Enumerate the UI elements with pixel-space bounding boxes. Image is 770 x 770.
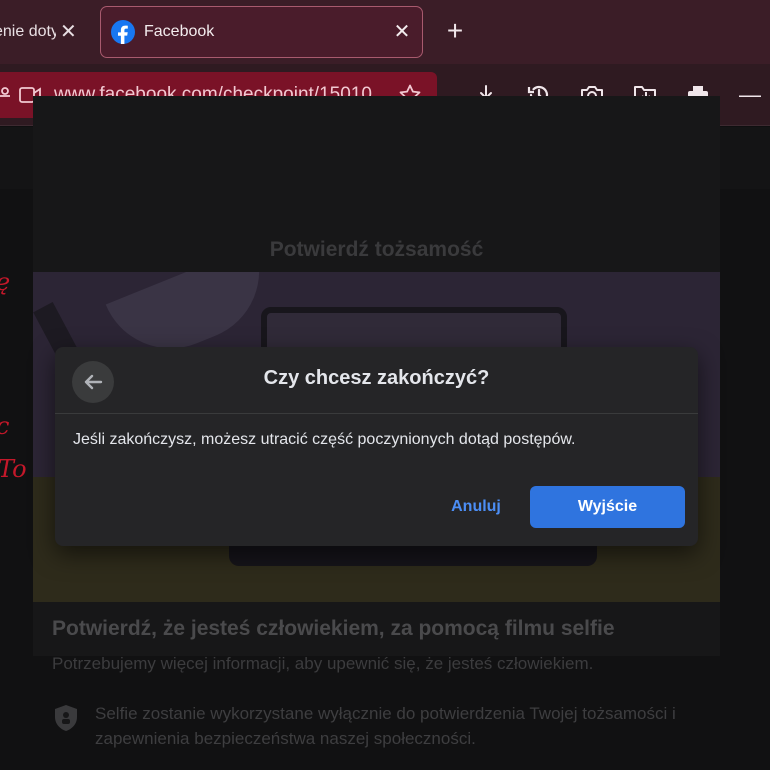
red-scribble-2: c: [0, 412, 9, 440]
tab-inactive[interactable]: enie doty ✕: [0, 10, 88, 54]
tab-facebook[interactable]: Facebook ✕: [100, 6, 423, 58]
tab-label: enie doty: [0, 23, 56, 40]
dialog-message: Jeśli zakończysz, możesz utracić część p…: [73, 431, 576, 448]
cancel-button[interactable]: Anuluj: [438, 486, 514, 528]
minimize-icon[interactable]: —: [737, 82, 763, 108]
tab-label: Facebook: [144, 23, 215, 40]
close-tab-icon[interactable]: ✕: [382, 22, 422, 42]
bullet-text: Selfie zostanie wykorzystane wyłącznie d…: [95, 704, 676, 748]
card-title: Potwierdź tożsamość: [269, 238, 484, 261]
red-scribble-1: ę: [0, 268, 10, 296]
section-title: Potwierdź, że jesteś człowiekiem, za pom…: [52, 617, 615, 640]
close-tab-icon[interactable]: ✕: [60, 22, 77, 42]
exit-button[interactable]: Wyjście: [530, 486, 685, 528]
red-scribble-3: To: [0, 455, 27, 483]
site-permissions-icon[interactable]: [0, 85, 12, 105]
facebook-logo-icon: [111, 20, 135, 44]
new-tab-button[interactable]: +: [440, 16, 470, 46]
tab-bar: enie doty ✕ Facebook ✕ +: [0, 0, 770, 64]
dialog-title: Czy chcesz zakończyć?: [263, 367, 490, 389]
exit-confirm-dialog: Czy chcesz zakończyć? Jeśli zakończysz, …: [55, 347, 698, 546]
dialog-header: Czy chcesz zakończyć?: [55, 347, 698, 414]
shield-icon: [54, 704, 78, 732]
section-subtitle: Potrzebujemy więcej informacji, aby upew…: [52, 654, 594, 673]
